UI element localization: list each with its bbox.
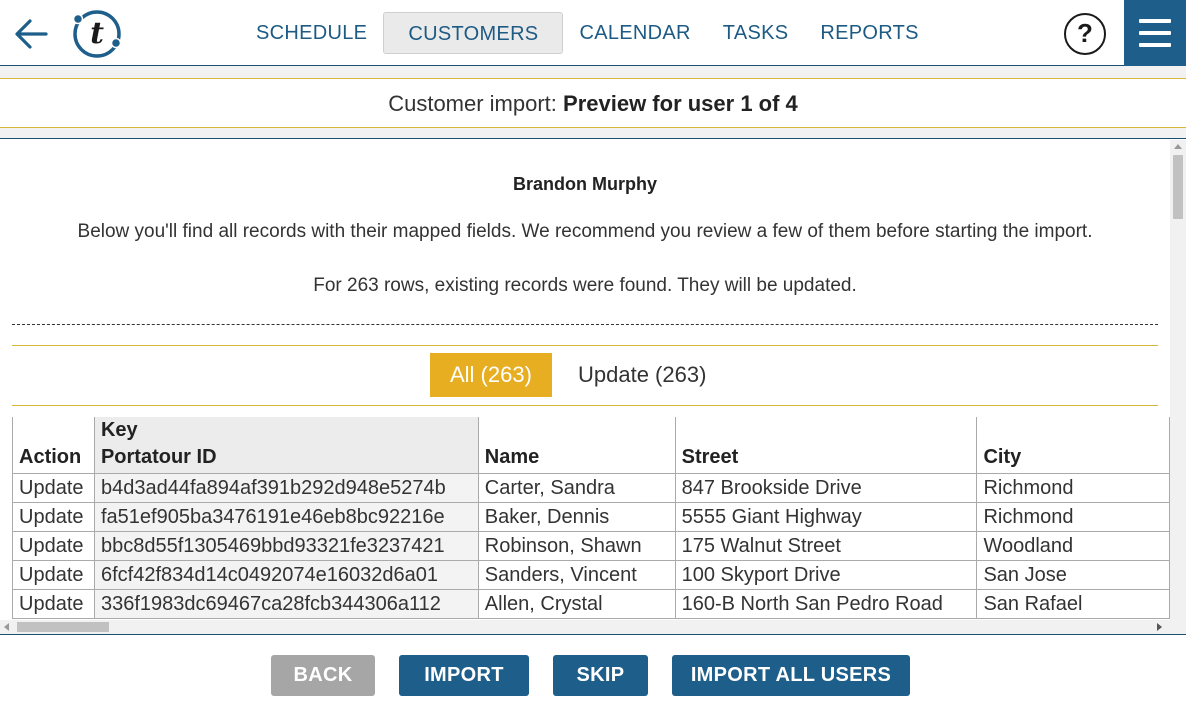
svg-text:t: t	[90, 16, 104, 51]
horizontal-scrollbar[interactable]	[0, 620, 1170, 634]
horizontal-scroll-thumb[interactable]	[17, 622, 109, 632]
table-row: Update bbc8d55f1305469bbd93321fe3237421 …	[12, 531, 1170, 561]
title-strip-top	[0, 66, 1186, 78]
records-table-container: Action Key Portatour ID Name Street City…	[12, 417, 1170, 620]
table-row: Update 6fcf42f834d14c0492074e16032d6a01 …	[12, 560, 1170, 590]
skip-button[interactable]: SKIP	[553, 655, 648, 696]
hamburger-menu-icon[interactable]	[1124, 0, 1186, 66]
app-logo-icon[interactable]: t	[70, 9, 122, 59]
table-row: Update 336f1983dc69467ca28fcb344306a112 …	[12, 589, 1170, 619]
cell-street: 847 Brookside Drive	[674, 473, 978, 503]
cell-city: Richmond	[976, 502, 1170, 532]
cell-action: Update	[12, 502, 95, 532]
header-key-portatour-id: Key Portatour ID	[93, 417, 479, 474]
import-preview-content: Brandon Murphy Below you'll find all rec…	[0, 140, 1170, 620]
title-strip-bottom	[0, 128, 1186, 139]
cell-city: Woodland	[976, 531, 1170, 561]
cell-portatour-id: 6fcf42f834d14c0492074e16032d6a01	[93, 560, 479, 590]
cell-portatour-id: 336f1983dc69467ca28fcb344306a112	[93, 589, 479, 619]
footer-actions: BACK IMPORT SKIP IMPORT ALL USERS	[0, 634, 1186, 706]
back-button[interactable]: BACK	[271, 655, 375, 696]
page-title-bold: Preview for user 1 of 4	[563, 91, 798, 116]
info-text: For 263 rows, existing records were foun…	[313, 275, 857, 296]
table-row: Update fa51ef905ba3476191e46eb8bc92216e …	[12, 502, 1170, 532]
nav-tasks[interactable]: TASKS	[707, 12, 805, 54]
cell-name: Baker, Dennis	[477, 502, 676, 532]
table-row: Update b4d3ad44fa894af391b292d948e5274b …	[12, 473, 1170, 503]
scroll-corner	[1170, 620, 1186, 634]
cell-portatour-id: bbc8d55f1305469bbd93321fe3237421	[93, 531, 479, 561]
page-title-prefix: Customer import:	[388, 91, 564, 116]
records-table: Action Key Portatour ID Name Street City…	[12, 417, 1170, 619]
nav-reports[interactable]: REPORTS	[804, 12, 934, 54]
nav-customers[interactable]: CUSTOMERS	[383, 12, 564, 54]
table-header-row: Action Key Portatour ID Name Street City	[12, 417, 1170, 474]
vertical-scrollbar[interactable]	[1170, 140, 1186, 620]
cell-name: Allen, Crystal	[477, 589, 676, 619]
cell-action: Update	[12, 589, 95, 619]
filter-all-button[interactable]: All (263)	[430, 353, 552, 397]
cell-city: San Jose	[976, 560, 1170, 590]
scroll-up-arrow-icon[interactable]	[1174, 144, 1182, 149]
cell-name: Sanders, Vincent	[477, 560, 676, 590]
nav-schedule[interactable]: SCHEDULE	[240, 12, 383, 54]
scroll-right-arrow-icon[interactable]	[1157, 623, 1162, 631]
top-navigation-bar: t SCHEDULE CUSTOMERS CALENDAR TASKS REPO…	[0, 0, 1186, 66]
cell-portatour-id: fa51ef905ba3476191e46eb8bc92216e	[93, 502, 479, 532]
cell-city: San Rafael	[976, 589, 1170, 619]
back-arrow-icon[interactable]	[12, 14, 52, 54]
cell-name: Carter, Sandra	[477, 473, 676, 503]
cell-action: Update	[12, 473, 95, 503]
cell-action: Update	[12, 531, 95, 561]
nav-calendar[interactable]: CALENDAR	[563, 12, 706, 54]
filter-update-button[interactable]: Update (263)	[558, 353, 726, 397]
header-key-label: Key	[100, 419, 138, 441]
cell-street: 100 Skyport Drive	[674, 560, 978, 590]
cell-street: 160-B North San Pedro Road	[674, 589, 978, 619]
cell-action: Update	[12, 560, 95, 590]
dotted-divider	[12, 324, 1158, 325]
filter-tabs: All (263) Update (263)	[12, 345, 1158, 406]
cell-street: 5555 Giant Highway	[674, 502, 978, 532]
vertical-scroll-thumb[interactable]	[1173, 155, 1183, 219]
import-button[interactable]: IMPORT	[399, 655, 529, 696]
scroll-left-arrow-icon[interactable]	[4, 623, 9, 631]
main-nav: SCHEDULE CUSTOMERS CALENDAR TASKS REPORT…	[240, 12, 935, 54]
header-name: Name	[477, 417, 676, 474]
header-city: City	[976, 417, 1170, 474]
header-street: Street	[674, 417, 978, 474]
user-name: Brandon Murphy	[513, 174, 657, 194]
header-action: Action	[12, 417, 95, 474]
cell-city: Richmond	[976, 473, 1170, 503]
cell-portatour-id: b4d3ad44fa894af391b292d948e5274b	[93, 473, 479, 503]
description-text: Below you'll find all records with their…	[77, 221, 1093, 242]
page-title: Customer import: Preview for user 1 of 4	[0, 78, 1186, 128]
cell-name: Robinson, Shawn	[477, 531, 676, 561]
help-icon[interactable]: ?	[1064, 13, 1106, 55]
cell-street: 175 Walnut Street	[674, 531, 978, 561]
import-all-users-button[interactable]: IMPORT ALL USERS	[672, 655, 910, 696]
header-portatour-id-label: Portatour ID	[100, 446, 217, 468]
